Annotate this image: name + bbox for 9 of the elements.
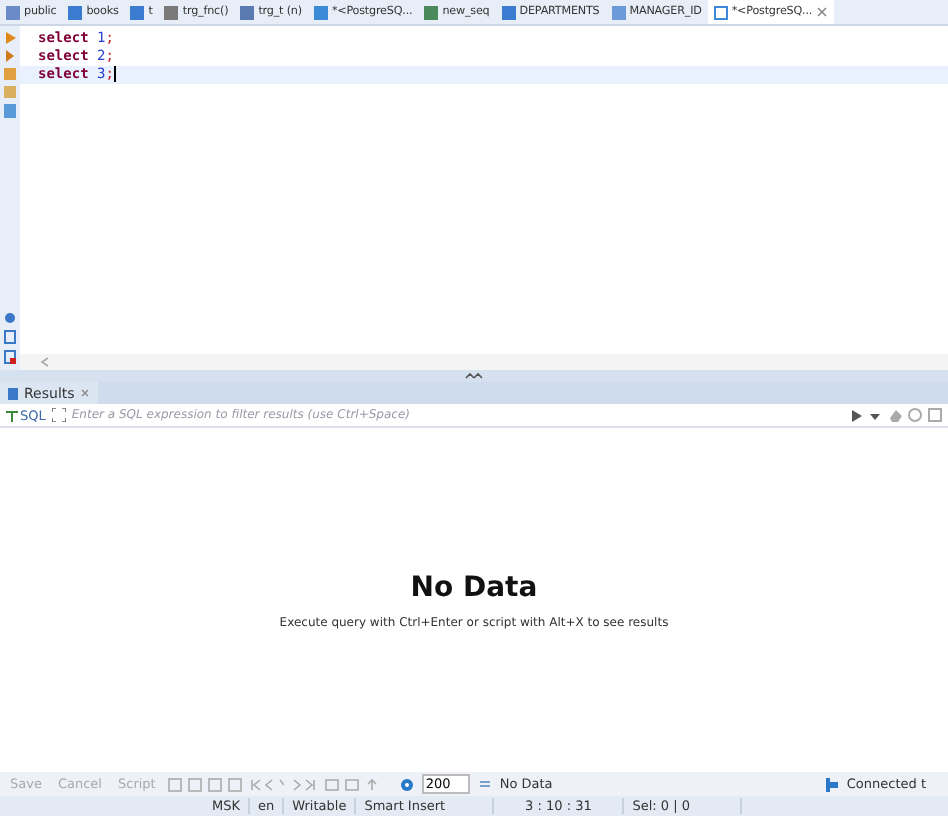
empty-title: No Data bbox=[410, 571, 538, 603]
close-icon[interactable] bbox=[816, 6, 829, 18]
scroll-left-icon[interactable] bbox=[40, 356, 50, 368]
navigation-icons-drawing[interactable] bbox=[167, 777, 284, 791]
dropdown-icon[interactable] bbox=[868, 409, 882, 421]
collapse-icon[interactable] bbox=[464, 372, 484, 380]
play-icon[interactable] bbox=[852, 409, 862, 421]
close-icon[interactable] bbox=[80, 388, 91, 398]
expand-icon[interactable] bbox=[51, 408, 66, 422]
